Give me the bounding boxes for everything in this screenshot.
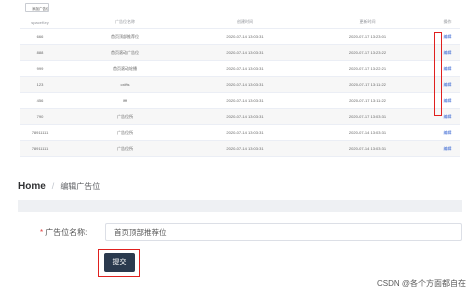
cell-spacekey: 790 bbox=[20, 108, 60, 125]
breadcrumb-home[interactable]: Home bbox=[18, 181, 46, 192]
cell-updated-time: 2020-07-14 13:03:31 bbox=[300, 140, 435, 157]
required-mark: * bbox=[40, 227, 44, 237]
table-row: 666 首页顶部推荐位 2020-07-14 13:03:31 2020-07-17 … bbox=[20, 28, 460, 45]
breadcrumb-current: 编辑广告位 bbox=[60, 181, 101, 191]
breadcrumb: Home / 编辑广告位 bbox=[18, 178, 100, 194]
cell-updated-time: 2020-07-17 13:22:21 bbox=[300, 60, 435, 77]
add-ad-space-button[interactable]: 添加广告位 bbox=[25, 3, 49, 12]
column-header-created[interactable]: 创建时间 bbox=[190, 16, 300, 29]
cell-spacekey: 888 bbox=[20, 44, 60, 61]
edit-link[interactable]: 编辑 bbox=[435, 124, 460, 141]
column-header-spacekey[interactable]: spaceKey bbox=[20, 16, 60, 29]
ad-space-table: spaceKey 广告位名称 创建时间 更新时间 操作 666 首页顶部推荐位 20… bbox=[20, 16, 460, 157]
cell-created-time: 2020-07-14 13:03:31 bbox=[190, 124, 300, 141]
table-row: 456 lfff 2020-07-14 13:03:31 2020-07-17 13:… bbox=[20, 92, 460, 109]
csdn-watermark: CSDN @各个方面都自在 bbox=[376, 279, 466, 288]
cell-ad-name: lfff bbox=[60, 92, 190, 109]
cell-spacekey: 78911111 bbox=[20, 140, 60, 157]
cell-ad-name: 广告位所 bbox=[60, 124, 190, 141]
table-row: 78911111 广告位所 2020-07-14 13:03:31 2020-07-1… bbox=[20, 124, 460, 141]
ad-name-form-item: * 广告位名称: bbox=[40, 223, 87, 241]
content-divider-band bbox=[18, 200, 462, 212]
edit-link[interactable]: 编辑 bbox=[435, 140, 460, 157]
edit-column-highlight-box bbox=[434, 32, 442, 116]
ad-name-input[interactable] bbox=[105, 223, 462, 241]
submit-button[interactable]: 提交 bbox=[104, 253, 135, 272]
cell-created-time: 2020-07-14 13:03:31 bbox=[190, 28, 300, 45]
column-header-actions: 操作 bbox=[435, 16, 460, 29]
cell-spacekey: 666 bbox=[20, 28, 60, 45]
table-row: 78911111 广告位所 2020-07-14 13:03:31 2020-07-1… bbox=[20, 140, 460, 157]
table-row: 888 首页滚动广告位 2020-07-14 13:03:31 2020-07-17 … bbox=[20, 44, 460, 61]
table-header-row: spaceKey 广告位名称 创建时间 更新时间 操作 bbox=[20, 16, 460, 29]
column-header-updated[interactable]: 更新时间 bbox=[300, 16, 435, 29]
cell-created-time: 2020-07-14 13:03:31 bbox=[190, 108, 300, 125]
table-row: 999 首页滚动轮播 2020-07-14 13:03:31 2020-07-17 1… bbox=[20, 60, 460, 77]
cell-updated-time: 2020-07-17 13:23:01 bbox=[300, 28, 435, 45]
ad-list-panel: 添加广告位 spaceKey 广告位名称 创建时间 更新时间 操作 666 首页顶… bbox=[0, 0, 474, 157]
table-row: 790 广告位所 2020-07-14 13:03:31 2020-07-17 13:… bbox=[20, 108, 460, 125]
cell-updated-time: 2020-07-14 13:03:31 bbox=[300, 124, 435, 141]
breadcrumb-separator: / bbox=[51, 181, 55, 191]
cell-ad-name: 广告位所 bbox=[60, 140, 190, 157]
cell-spacekey: 456 bbox=[20, 92, 60, 109]
cell-ad-name: 首页滚动轮播 bbox=[60, 60, 190, 77]
cell-updated-time: 2020-07-17 13:23:22 bbox=[300, 44, 435, 61]
cell-ad-name: 首页滚动广告位 bbox=[60, 44, 190, 61]
cell-created-time: 2020-07-14 13:03:31 bbox=[190, 44, 300, 61]
cell-created-time: 2020-07-14 13:03:31 bbox=[190, 140, 300, 157]
cell-created-time: 2020-07-14 13:03:31 bbox=[190, 76, 300, 93]
cell-spacekey: 78911111 bbox=[20, 124, 60, 141]
cell-spacekey: 999 bbox=[20, 60, 60, 77]
cell-created-time: 2020-07-14 13:03:31 bbox=[190, 60, 300, 77]
cell-spacekey: 123 bbox=[20, 76, 60, 93]
ad-name-label: 广告位名称: bbox=[45, 227, 88, 237]
cell-created-time: 2020-07-14 13:03:31 bbox=[190, 92, 300, 109]
cell-ad-name: 广告位所 bbox=[60, 108, 190, 125]
cell-ad-name: cxifts bbox=[60, 76, 190, 93]
table-row: 123 cxifts 2020-07-14 13:03:31 2020-07-17 1… bbox=[20, 76, 460, 93]
cell-ad-name: 首页顶部推荐位 bbox=[60, 28, 190, 45]
cell-updated-time: 2020-07-17 13:03:31 bbox=[300, 108, 435, 125]
cell-updated-time: 2020-07-17 13:11:22 bbox=[300, 92, 435, 109]
column-header-name[interactable]: 广告位名称 bbox=[60, 16, 190, 29]
cell-updated-time: 2020-07-17 13:11:22 bbox=[300, 76, 435, 93]
